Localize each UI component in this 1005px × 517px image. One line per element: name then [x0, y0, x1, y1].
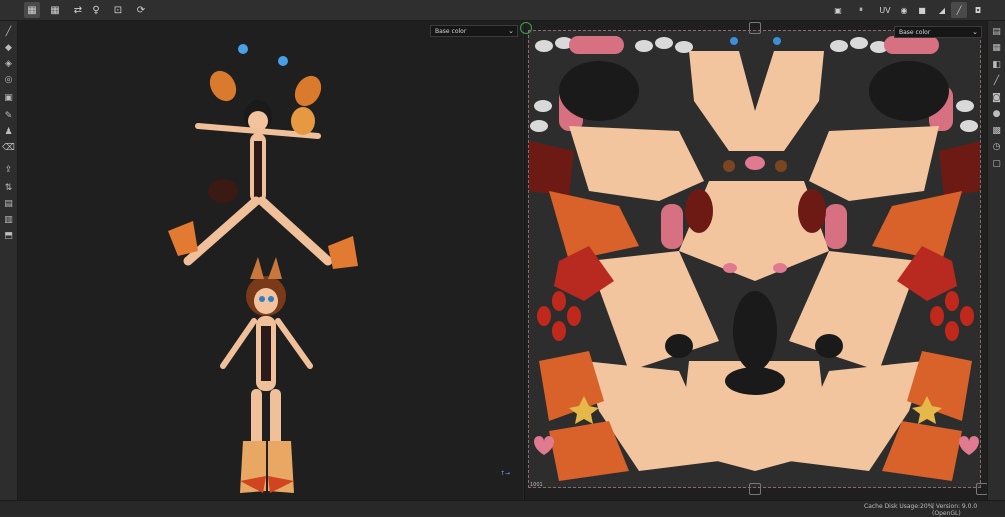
uv-layout-canvas	[529, 31, 980, 487]
pause-button[interactable]: ⏸	[853, 2, 869, 18]
channel-dropdown-label: Base color	[435, 27, 467, 35]
sphere-icon: ◉	[900, 5, 908, 15]
grid-toggle-button[interactable]: ▣	[830, 2, 846, 18]
top-toolbar: ▦ ▦ ⇄ ♀ ⊡ ⟳ ▣ ⏸ UV ◉ ■ ◢ ╱ ◘	[0, 0, 1005, 21]
properties-icon[interactable]: ▦	[990, 42, 1003, 55]
grid-1-icon: ▦	[27, 4, 37, 16]
mirror-button[interactable]: ⇄	[70, 2, 86, 18]
export-icon[interactable]: ⇪	[2, 163, 15, 176]
left-toolbar: ╱ ◆ ◈ ◎ ▣ ✎ ♟ ⌫ ⇪ ⇅ ▤ ▥ ⬒	[0, 21, 18, 501]
clone-icon[interactable]: ✎	[2, 109, 15, 122]
camera-settings-icon[interactable]: ▩	[990, 124, 1003, 137]
doc-icon[interactable]: ▥	[2, 213, 15, 226]
grid-2-icon: ▦	[50, 4, 60, 16]
grid-2-button[interactable]: ▦	[47, 2, 63, 18]
corner-handle[interactable]	[520, 22, 532, 34]
texture-set-icon[interactable]: ▤	[990, 25, 1003, 38]
polygon-fill-icon[interactable]: ◎	[2, 73, 15, 86]
uv-texture-sheet[interactable]	[528, 30, 981, 488]
box-icon[interactable]: ⬒	[2, 229, 15, 242]
sphere-button[interactable]: ◉	[896, 2, 912, 18]
channel-dropdown-3d[interactable]: Base color ⌄	[430, 25, 518, 37]
camera-video-icon: ■	[918, 5, 926, 15]
display-icon[interactable]: ◙	[990, 91, 1003, 104]
brush-button[interactable]: ╱	[951, 2, 967, 18]
viewport-3d[interactable]: Base color ⌄	[18, 21, 523, 501]
udim-label: 1001	[530, 482, 543, 488]
mirror-icon: ⇄	[73, 4, 83, 16]
person-button[interactable]: ♀	[88, 2, 104, 18]
grid-toggle-icon: ▣	[834, 5, 842, 15]
eraser-icon[interactable]: ◆	[2, 41, 15, 54]
person-icon: ♀	[92, 4, 100, 16]
chevron-down-icon: ⌄	[972, 28, 978, 36]
status-bar: Cache Disk Usage: 20% | Version: 9.0.0 (…	[0, 500, 1005, 517]
pause-icon: ⏸	[859, 5, 863, 14]
corner-handle[interactable]	[749, 22, 761, 34]
log-icon[interactable]: ▢	[990, 157, 1003, 170]
refresh-icon: ⟳	[136, 4, 146, 16]
cache-usage-label: Cache Disk Usage:	[864, 503, 921, 510]
droplet-icon: ◢	[938, 5, 946, 15]
refresh-button[interactable]: ⟳	[133, 2, 149, 18]
uv-button[interactable]: UV	[877, 2, 893, 18]
brush-settings-icon[interactable]: ╱	[990, 75, 1003, 88]
history-icon[interactable]: ◷	[990, 141, 1003, 154]
version-label: | Version: 9.0.0 (OpenGL)	[932, 503, 978, 517]
character-model-tpose	[168, 44, 358, 269]
camera-video-button[interactable]: ■	[914, 2, 930, 18]
camera-button[interactable]: ◘	[970, 2, 986, 18]
bake-icon[interactable]: ⇅	[2, 181, 15, 194]
character-model-standing	[220, 257, 313, 493]
frame-button[interactable]: ⊡	[110, 2, 126, 18]
droplet-button[interactable]: ◢	[934, 2, 950, 18]
color-picker-icon[interactable]: ⌫	[2, 141, 15, 154]
layer-icon[interactable]: ▤	[2, 197, 15, 210]
stamp-icon[interactable]: ♟	[2, 125, 15, 138]
layers-icon[interactable]: ◧	[990, 58, 1003, 71]
camera-icon: ◘	[974, 5, 982, 15]
paint-brush-icon[interactable]: ╱	[2, 25, 15, 38]
uv-icon: UV	[879, 5, 891, 15]
chevron-down-icon: ⌄	[508, 27, 514, 35]
corner-handle[interactable]	[749, 483, 761, 495]
3d-model-view	[168, 44, 358, 493]
smudge-icon[interactable]: ▣	[2, 91, 15, 104]
channel-dropdown-2d[interactable]: Base color ⌄	[894, 26, 982, 38]
brush-icon: ╱	[956, 5, 962, 15]
environment-icon[interactable]: ●	[990, 108, 1003, 121]
grid-1-button[interactable]: ▦	[24, 2, 40, 18]
right-toolbar: ▤ ▦ ◧ ╱ ◙ ● ▩ ◷ ▢	[987, 21, 1005, 501]
uv-axis-gizmo: ↑→	[500, 470, 511, 477]
frame-icon: ⊡	[113, 4, 123, 16]
projection-icon[interactable]: ◈	[2, 57, 15, 70]
channel-dropdown-label: Base color	[899, 28, 931, 36]
